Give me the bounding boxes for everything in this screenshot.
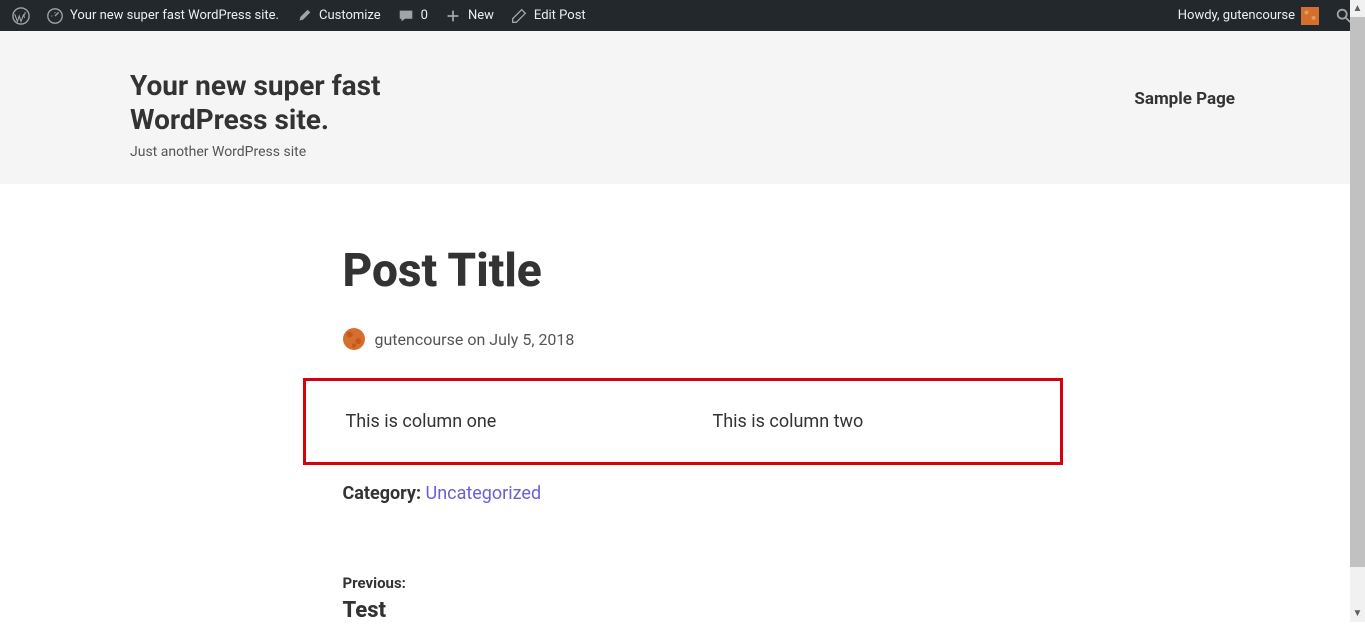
edit-post-menu[interactable]: Edit Post <box>502 0 594 31</box>
post-title: Post Title <box>343 244 1023 298</box>
edit-post-label: Edit Post <box>534 8 586 23</box>
pencil-icon <box>510 7 528 25</box>
nav-sample-page[interactable]: Sample Page <box>1134 89 1235 109</box>
primary-nav: Sample Page <box>1134 69 1235 109</box>
admin-bar-left: Your new super fast WordPress site. Cust… <box>4 0 594 31</box>
site-branding: Your new super fast WordPress site. Just… <box>130 69 490 160</box>
site-header: Your new super fast WordPress site. Just… <box>0 31 1365 184</box>
author-link[interactable]: gutencourse <box>375 330 464 349</box>
wordpress-icon <box>12 7 30 25</box>
site-name-menu[interactable]: Your new super fast WordPress site. <box>38 0 287 31</box>
wp-logo-menu[interactable] <box>4 0 38 31</box>
customize-label: Customize <box>319 8 381 23</box>
site-title[interactable]: Your new super fast WordPress site. <box>130 69 490 136</box>
prev-post-link[interactable]: Test <box>343 598 1023 623</box>
post-meta: gutencourse on July 5, 2018 <box>343 328 1023 350</box>
admin-bar-right: Howdy, gutencourse <box>1170 0 1361 31</box>
post: Post Title gutencourse on July 5, 2018 T… <box>303 244 1063 623</box>
scrollbar-up-icon[interactable]: ▲ <box>1350 0 1365 17</box>
avatar-icon <box>1301 7 1319 25</box>
brush-icon <box>295 7 313 25</box>
customize-menu[interactable]: Customize <box>287 0 389 31</box>
comments-menu[interactable]: 0 <box>389 0 436 31</box>
scrollbar-down-icon[interactable]: ▼ <box>1350 605 1365 622</box>
new-content-menu[interactable]: New <box>436 0 502 31</box>
post-meta-text: gutencourse on July 5, 2018 <box>375 330 575 349</box>
admin-site-name: Your new super fast WordPress site. <box>70 8 279 23</box>
columns-block: This is column one This is column two <box>303 378 1063 465</box>
category-line: Category: Uncategorized <box>343 483 1023 504</box>
my-account-menu[interactable]: Howdy, gutencourse <box>1170 0 1327 31</box>
scrollbar-thumb[interactable] <box>1350 17 1365 567</box>
prev-label: Previous: <box>343 574 1023 592</box>
comment-icon <box>397 7 415 25</box>
category-label: Category: <box>343 483 422 504</box>
post-navigation: Previous: Test <box>343 574 1023 623</box>
site-tagline: Just another WordPress site <box>130 144 490 160</box>
comments-count: 0 <box>421 8 428 23</box>
new-label: New <box>468 8 494 23</box>
column-two: This is column two <box>653 411 1020 432</box>
wp-admin-bar: Your new super fast WordPress site. Cust… <box>0 0 1365 31</box>
content-area: Post Title gutencourse on July 5, 2018 T… <box>0 184 1365 643</box>
post-date: July 5, 2018 <box>489 330 574 349</box>
howdy-text: Howdy, gutencourse <box>1178 8 1295 23</box>
dashboard-icon <box>46 7 64 25</box>
column-one: This is column one <box>346 411 653 432</box>
plus-icon <box>444 7 462 25</box>
author-avatar-icon <box>343 328 365 350</box>
scrollbar[interactable]: ▲ ▼ <box>1350 0 1365 622</box>
category-link[interactable]: Uncategorized <box>426 483 542 504</box>
